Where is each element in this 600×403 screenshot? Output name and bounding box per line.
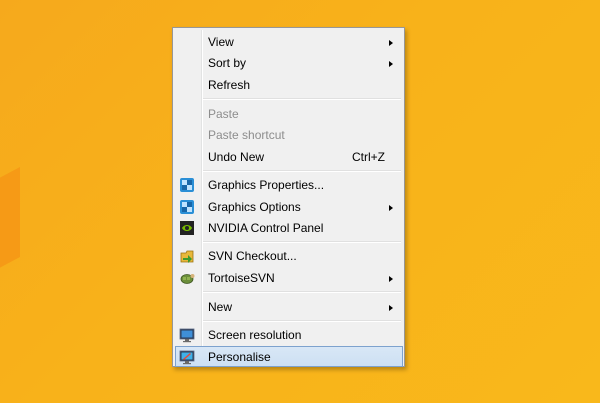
menu-item-sort-by[interactable]: Sort by: [175, 52, 403, 73]
intel-graphics-icon: [180, 200, 194, 214]
menu-item-new[interactable]: New: [175, 296, 403, 317]
menu-item-label: SVN Checkout...: [208, 249, 297, 263]
menu-item-label: Sort by: [208, 56, 247, 70]
menu-item-tortoisesvn[interactable]: TortoiseSVN: [175, 267, 403, 288]
menu-item-label: Graphics Options: [208, 200, 301, 214]
submenu-arrow-icon: [389, 40, 393, 46]
menu-separator: [203, 291, 401, 293]
desktop-context-menu: View Sort by Refresh Paste Paste shortcu…: [172, 27, 405, 367]
menu-item-shortcut: Ctrl+Z: [352, 150, 385, 164]
menu-item-label: Paste shortcut: [208, 128, 285, 142]
menu-item-paste[interactable]: Paste: [175, 103, 403, 124]
menu-item-label: Refresh: [208, 78, 251, 92]
menu-item-refresh[interactable]: Refresh: [175, 74, 403, 95]
monitor-icon: [179, 328, 195, 343]
menu-item-graphics-properties[interactable]: Graphics Properties...: [175, 174, 403, 195]
menu-item-label: Personalise: [208, 350, 271, 364]
menu-item-label: Graphics Properties...: [208, 178, 325, 192]
svn-checkout-icon: [180, 250, 194, 263]
intel-graphics-icon: [180, 178, 194, 192]
menu-item-paste-shortcut[interactable]: Paste shortcut: [175, 124, 403, 145]
submenu-arrow-icon: [389, 276, 393, 282]
submenu-arrow-icon: [389, 305, 393, 311]
menu-separator: [203, 241, 401, 243]
menu-item-view[interactable]: View: [175, 31, 403, 52]
menu-item-label: NVIDIA Control Panel: [208, 221, 324, 235]
menu-item-label: TortoiseSVN: [208, 271, 275, 285]
personalise-icon: [179, 350, 195, 365]
tortoisesvn-icon: [180, 274, 195, 284]
menu-separator: [203, 98, 401, 100]
menu-item-label: View: [208, 35, 234, 49]
menu-item-personalise[interactable]: Personalise: [175, 346, 403, 367]
menu-item-undo-new[interactable]: Undo New Ctrl+Z: [175, 146, 403, 167]
menu-item-screen-resolution[interactable]: Screen resolution: [175, 324, 403, 345]
menu-item-label: New: [208, 300, 233, 314]
menu-item-label: Paste: [208, 107, 239, 121]
menu-item-nvidia-control-panel[interactable]: NVIDIA Control Panel: [175, 217, 403, 238]
menu-item-label: Undo New: [208, 150, 265, 164]
menu-separator: [203, 320, 401, 322]
menu-item-graphics-options[interactable]: Graphics Options: [175, 196, 403, 217]
menu-separator: [203, 170, 401, 172]
submenu-arrow-icon: [389, 61, 393, 67]
submenu-arrow-icon: [389, 205, 393, 211]
desktop-decoration: [0, 167, 20, 273]
menu-item-label: Screen resolution: [208, 328, 302, 342]
nvidia-icon: [180, 221, 194, 235]
menu-item-svn-checkout[interactable]: SVN Checkout...: [175, 245, 403, 266]
